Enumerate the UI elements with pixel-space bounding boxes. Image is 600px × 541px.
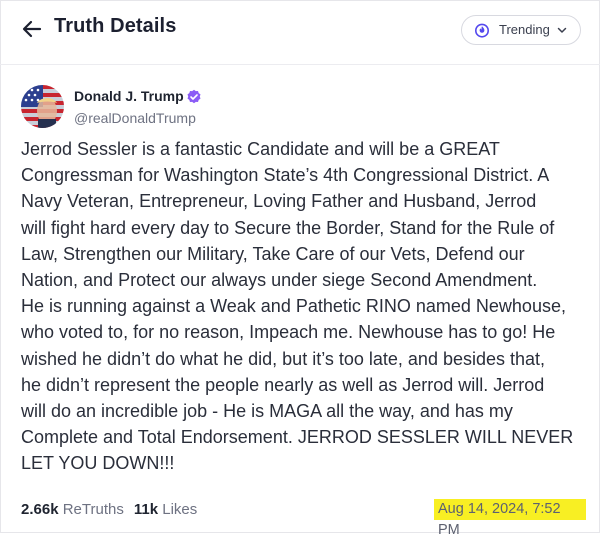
post-text-line: Complete and Total Endorsement. JERROD S… [21,427,574,448]
likes-label: Likes [162,501,198,518]
post-text-line: He is running against a Weak and Patheti… [21,296,566,317]
chevron-down-icon [557,27,567,33]
trending-label: Trending [499,22,550,37]
header: Truth Details Trending [0,0,600,62]
retruths-label: ReTruths [62,501,124,518]
post-text-line: will do an incredible job - He is MAGA a… [21,401,513,422]
post-text-line: Jerrod Sessler is a fantastic Candidate … [21,139,500,159]
header-divider [0,64,600,65]
post-timestamp: Aug 14, 2024, 7:52 PM [434,499,586,538]
page-title: Truth Details [54,15,177,37]
post-text-line: Congressman for Washington State’s 4th C… [21,165,550,186]
avatar[interactable] [21,85,64,128]
post-text-line: wished he didn’t do what he did, but it’… [21,348,546,369]
post-text-line: will fight hard every day to Secure the … [21,217,555,238]
post-text-line: Nation, and Protect our always under sie… [21,270,538,291]
post-text-line: who voted to, for no reason, Impeach me.… [21,322,556,343]
arrow-left-icon[interactable] [20,17,44,41]
post-text-line: LET YOU DOWN!!! [21,453,175,474]
post-text-line: Law, Strengthen our Military, Take Care … [21,243,525,264]
retruths-stat[interactable]: 2.66k ReTruths [21,501,124,518]
post-body: Jerrod Sessler is a fantastic Candidate … [21,136,586,477]
verified-badge-icon [187,89,201,104]
avatar-image [21,85,64,128]
likes-stat[interactable]: 11k Likes [134,501,197,518]
trending-dropdown[interactable]: Trending [461,15,581,45]
post-text-line: he didn’t represent the people nearly as… [21,374,545,395]
retruths-count: 2.66k [21,501,59,518]
post-stats: 2.66k ReTruths 11k Likes [21,501,197,518]
author-handle[interactable]: @realDonaldTrump [74,110,196,126]
post-text-line: Navy Veteran, Entrepreneur, Loving Fathe… [21,191,537,212]
likes-count: 11k [133,501,159,518]
flame-icon [475,23,489,38]
author-name[interactable]: Donald J. Trump [74,88,184,104]
